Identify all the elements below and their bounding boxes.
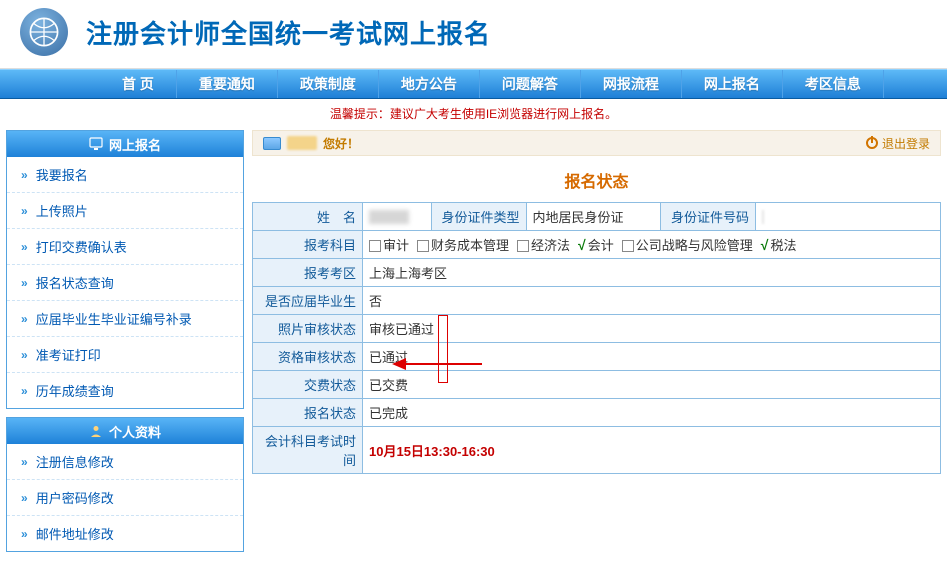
photo-status-value: 审核已通过 bbox=[363, 315, 941, 343]
chevron-right-icon: » bbox=[21, 527, 28, 541]
monitor-icon bbox=[89, 137, 103, 151]
nav-notices[interactable]: 重要通知 bbox=[177, 70, 278, 98]
logout-label: 退出登录 bbox=[882, 135, 930, 152]
panel-register: 网上报名 »我要报名 »上传照片 »打印交费确认表 »报名状态查询 »应届毕业生… bbox=[6, 130, 244, 409]
reg-status-label: 报名状态 bbox=[253, 399, 363, 427]
id-type-label: 身份证件类型 bbox=[431, 203, 526, 231]
chevron-right-icon: » bbox=[21, 312, 28, 326]
photo-status-label: 照片审核状态 bbox=[253, 315, 363, 343]
nav-flow[interactable]: 网报流程 bbox=[581, 70, 682, 98]
card-icon bbox=[263, 137, 281, 150]
greeting-bar: 您好！ 退出登录 bbox=[252, 130, 941, 156]
subject-label: 财务成本管理 bbox=[431, 238, 509, 253]
id-no-label: 身份证件号码 bbox=[661, 203, 756, 231]
subject-item: 公司战略与风险管理 bbox=[622, 238, 753, 253]
subject-item: 审计 bbox=[369, 238, 409, 253]
sidebar-item-edit-password[interactable]: »用户密码修改 bbox=[7, 480, 243, 516]
panel-profile: 个人资料 »注册信息修改 »用户密码修改 »邮件地址修改 bbox=[6, 417, 244, 552]
panel-profile-header: 个人资料 bbox=[7, 418, 243, 444]
main-content: 您好！ 退出登录 报名状态 姓 名 身份证件类型 内地居民身份证 身份证件号码 … bbox=[252, 130, 941, 560]
check-icon: √ bbox=[578, 237, 586, 253]
chevron-right-icon: » bbox=[21, 168, 28, 182]
status-table: 姓 名 身份证件类型 内地居民身份证 身份证件号码 报考科目 审计 财务成本管理 经… bbox=[252, 202, 941, 474]
user-name-blurred bbox=[287, 136, 317, 150]
tip-bar: 温馨提示：建议广大考生使用IE浏览器进行网上报名。 bbox=[0, 99, 947, 126]
subject-label: 会计 bbox=[588, 238, 614, 253]
site-title: 注册会计师全国统一考试网上报名 bbox=[86, 14, 491, 51]
chevron-right-icon: » bbox=[21, 455, 28, 469]
sidebar-item-edit-email[interactable]: »邮件地址修改 bbox=[7, 516, 243, 551]
area-value: 上海上海考区 bbox=[363, 259, 941, 287]
reg-status-value: 已完成 bbox=[363, 399, 941, 427]
person-icon bbox=[89, 424, 103, 438]
checkbox-icon bbox=[622, 240, 634, 252]
sidebar-item-print-payment[interactable]: »打印交费确认表 bbox=[7, 229, 243, 265]
chevron-right-icon: » bbox=[21, 204, 28, 218]
nav-register[interactable]: 网上报名 bbox=[682, 70, 783, 98]
logout-button[interactable]: 退出登录 bbox=[866, 135, 930, 152]
subject-item: √会计 bbox=[578, 238, 614, 253]
pay-status-value: 已交费 bbox=[363, 371, 941, 399]
nav-policy[interactable]: 政策制度 bbox=[278, 70, 379, 98]
chevron-right-icon: » bbox=[21, 491, 28, 505]
chevron-right-icon: » bbox=[21, 240, 28, 254]
checkbox-icon bbox=[369, 240, 381, 252]
power-icon bbox=[866, 137, 878, 149]
header: 注册会计师全国统一考试网上报名 bbox=[0, 0, 947, 69]
nav-faq[interactable]: 问题解答 bbox=[480, 70, 581, 98]
subject-label: 税法 bbox=[770, 238, 796, 253]
panel-register-header: 网上报名 bbox=[7, 131, 243, 157]
chevron-right-icon: » bbox=[21, 348, 28, 362]
subject-item: 经济法 bbox=[517, 238, 570, 253]
sidebar-item-print-admission[interactable]: »准考证打印 bbox=[7, 337, 243, 373]
exam-time-label: 会计科目考试时间 bbox=[253, 427, 363, 474]
subject-item: √税法 bbox=[761, 238, 797, 253]
chevron-right-icon: » bbox=[21, 384, 28, 398]
panel-register-title: 网上报名 bbox=[109, 135, 161, 154]
checkbox-icon bbox=[417, 240, 429, 252]
sidebar-item-apply[interactable]: »我要报名 bbox=[7, 157, 243, 193]
id-type-value: 内地居民身份证 bbox=[526, 203, 661, 231]
name-value bbox=[363, 203, 432, 231]
subject-item: 财务成本管理 bbox=[417, 238, 509, 253]
page-title: 报名状态 bbox=[252, 160, 941, 202]
sidebar-item-edit-register[interactable]: »注册信息修改 bbox=[7, 444, 243, 480]
subject-label: 审计 bbox=[383, 238, 409, 253]
qual-status-label: 资格审核状态 bbox=[253, 343, 363, 371]
nav-home[interactable]: 首 页 bbox=[100, 70, 177, 98]
qual-status-value: 已通过 bbox=[363, 343, 941, 371]
name-label: 姓 名 bbox=[253, 203, 363, 231]
nav-exam-area[interactable]: 考区信息 bbox=[783, 70, 884, 98]
subjects-label: 报考科目 bbox=[253, 231, 363, 259]
sidebar-item-status-query[interactable]: »报名状态查询 bbox=[7, 265, 243, 301]
grad-value: 否 bbox=[363, 287, 941, 315]
chevron-right-icon: » bbox=[21, 276, 28, 290]
nav-local[interactable]: 地方公告 bbox=[379, 70, 480, 98]
check-icon: √ bbox=[761, 237, 769, 253]
sidebar-item-past-scores[interactable]: »历年成绩查询 bbox=[7, 373, 243, 408]
checkbox-icon bbox=[517, 240, 529, 252]
pay-status-label: 交费状态 bbox=[253, 371, 363, 399]
subject-label: 经济法 bbox=[531, 238, 570, 253]
sidebar-item-upload-photo[interactable]: »上传照片 bbox=[7, 193, 243, 229]
exam-time-value: 10月15日13:30-16:30 bbox=[363, 427, 941, 474]
panel-profile-title: 个人资料 bbox=[109, 422, 161, 441]
left-sidebar: 网上报名 »我要报名 »上传照片 »打印交费确认表 »报名状态查询 »应届毕业生… bbox=[6, 130, 244, 560]
subject-label: 公司战略与风险管理 bbox=[636, 238, 753, 253]
greeting-text: 您好！ bbox=[323, 135, 359, 152]
subjects-cell: 审计财务成本管理经济法√会计公司战略与风险管理√税法 bbox=[363, 231, 941, 259]
grad-label: 是否应届毕业生 bbox=[253, 287, 363, 315]
site-logo bbox=[20, 8, 68, 56]
id-no-value bbox=[756, 203, 941, 231]
area-label: 报考考区 bbox=[253, 259, 363, 287]
main-nav: 首 页 重要通知 政策制度 地方公告 问题解答 网报流程 网上报名 考区信息 bbox=[0, 69, 947, 99]
sidebar-item-graduate-supplement[interactable]: »应届毕业生毕业证编号补录 bbox=[7, 301, 243, 337]
